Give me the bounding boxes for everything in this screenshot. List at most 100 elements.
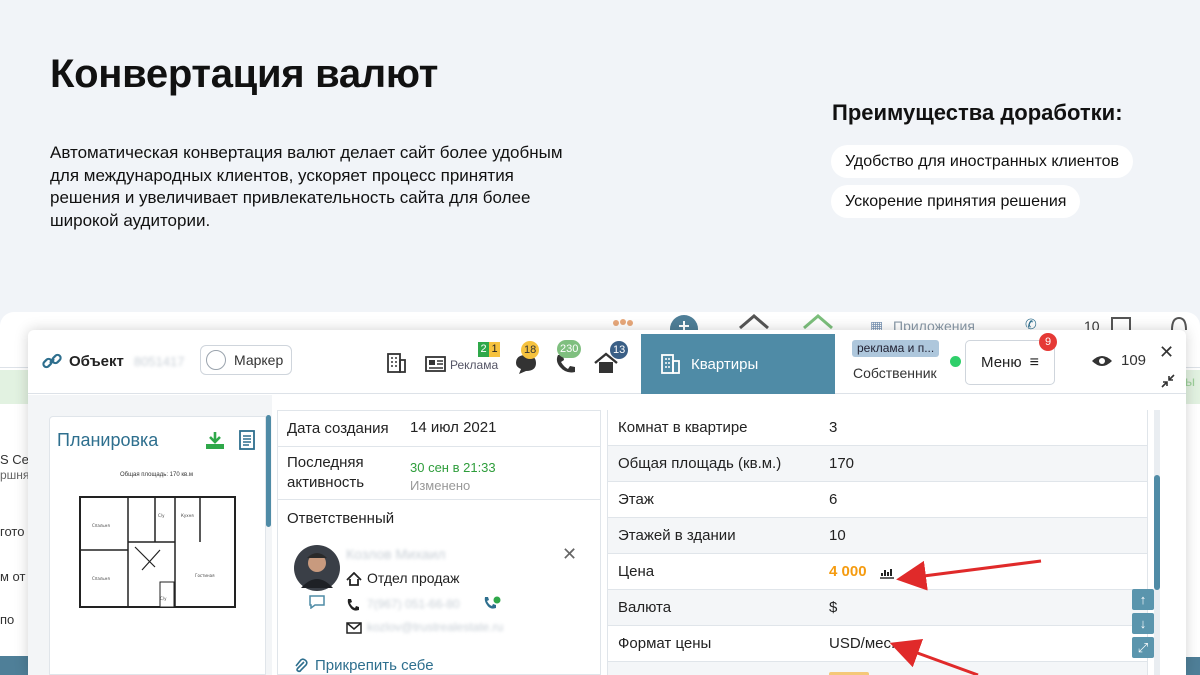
views-count: 109 xyxy=(1121,352,1147,369)
properties-table: Комнат в квартире 3 Общая площадь (кв.м.… xyxy=(607,410,1148,675)
phone-icon xyxy=(347,599,359,611)
email-address: kozlov@trustrealestate.ru xyxy=(367,620,504,634)
owner-label: Собственник xyxy=(853,365,937,381)
window-icon xyxy=(1111,317,1131,330)
floor-plan-drawing: Спальня Спальня С/у Кухня Гостиная С/у xyxy=(79,496,236,608)
background-left-text: S Ce xyxy=(0,452,28,467)
price-row: Цена 4 000 xyxy=(608,554,1147,590)
tab-apartments[interactable]: Квартиры xyxy=(641,334,835,394)
property-row: Этажей в здании 10 xyxy=(608,518,1147,554)
activity-label: Последняя активность xyxy=(287,454,365,491)
property-label: Валюта xyxy=(618,599,672,616)
plan-column: Планировка Общая площадь: 170 кв.м Спаль… xyxy=(28,395,266,675)
background-left-text: ршня xyxy=(0,468,28,482)
responsible-name: Козлов Михаил xyxy=(346,546,446,562)
property-value: 6 xyxy=(829,491,838,508)
background-left-bar xyxy=(0,656,28,675)
modal-header: Объект 8051417 Маркер Реклама 2 1 18 230… xyxy=(28,330,1186,394)
plan-card: Планировка Общая площадь: 170 кв.м Спаль… xyxy=(49,416,266,675)
created-label: Дата создания xyxy=(287,420,389,437)
plus-circle-icon xyxy=(670,315,698,330)
object-modal: Объект 8051417 Маркер Реклама 2 1 18 230… xyxy=(28,330,1186,675)
svg-text:Спальня: Спальня xyxy=(92,576,110,581)
reklama-tag[interactable]: реклама и п... xyxy=(852,340,940,357)
eye-icon xyxy=(1092,355,1112,366)
bell-icon xyxy=(1171,316,1187,330)
price-chart-icon[interactable] xyxy=(879,567,895,579)
document-icon[interactable] xyxy=(238,429,256,451)
tab-apartments-label: Квартиры xyxy=(691,355,759,373)
created-value: 14 июл 2021 xyxy=(410,419,497,436)
home-icon xyxy=(739,314,769,330)
menu-label: Меню xyxy=(981,354,1022,371)
collapse-icon[interactable] xyxy=(1161,374,1175,388)
marker-toggle[interactable]: Маркер xyxy=(200,345,292,375)
remove-responsible-icon[interactable]: ✕ xyxy=(562,544,577,565)
marker-label: Маркер xyxy=(234,352,284,368)
building-icon[interactable] xyxy=(385,352,407,374)
plan-area-caption: Общая площадь: 170 кв.м xyxy=(120,472,193,478)
property-value: USD/мес. xyxy=(829,635,896,652)
property-label: Общая площадь (кв.м.) xyxy=(618,455,782,472)
reklama-label[interactable]: Реклама xyxy=(450,358,498,372)
advantage-pill: Ускорение принятия решения xyxy=(831,185,1081,218)
property-row: Этаж 6 xyxy=(608,482,1147,518)
property-row-partial xyxy=(608,662,1147,675)
slide-title: Конвертация валют xyxy=(50,52,439,96)
scroll-up-button[interactable]: ↑ xyxy=(1132,589,1154,610)
tasks-badge: 13 xyxy=(610,341,629,359)
object-number: 8051417 xyxy=(133,353,185,369)
menu-badge: 9 xyxy=(1039,333,1057,351)
activity-date: 30 сен в 21:33 xyxy=(410,460,496,475)
plan-title: Планировка xyxy=(57,430,159,450)
property-row: Валюта $ xyxy=(608,590,1147,626)
svg-text:Гостиная: Гостиная xyxy=(195,573,215,578)
responsible-label: Ответственный xyxy=(287,510,395,527)
home-icon xyxy=(346,572,362,586)
avatar[interactable] xyxy=(293,544,341,592)
activity-status: Изменено xyxy=(410,478,471,493)
department-label: Отдел продаж xyxy=(367,570,460,586)
download-icon[interactable] xyxy=(204,431,226,451)
property-row: Общая площадь (кв.м.) 170 xyxy=(608,446,1147,482)
property-label: Комнат в квартире xyxy=(618,419,748,436)
land-icon xyxy=(803,314,833,330)
reklama-badge-green: 2 xyxy=(478,342,489,357)
created-row: Дата создания 14 июл 2021 xyxy=(278,411,600,447)
advantage-pill: Удобство для иностранных клиентов xyxy=(831,145,1134,178)
price-value: 4 000 xyxy=(829,563,867,580)
property-row: Формат цены USD/мес. xyxy=(608,626,1147,662)
scroll-down-button[interactable]: ↓ xyxy=(1132,613,1154,634)
svg-text:С/у: С/у xyxy=(158,513,165,518)
floor-plan-image[interactable]: Общая площадь: 170 кв.м Спальня Спальня … xyxy=(60,472,250,627)
views-counter: 109 xyxy=(1091,352,1146,369)
svg-text:Кухня: Кухня xyxy=(181,513,194,518)
apartments-icon xyxy=(661,354,680,374)
reklama-badge-yellow: 1 xyxy=(489,342,500,357)
property-value: $ xyxy=(829,599,838,616)
email-icon xyxy=(346,622,362,634)
object-title[interactable]: Объект 8051417 xyxy=(41,350,185,372)
property-label: Этаж xyxy=(618,491,654,508)
property-row: Комнат в квартире 3 xyxy=(608,410,1147,446)
newspaper-icon[interactable] xyxy=(425,355,447,373)
link-icon xyxy=(42,353,62,369)
expand-button[interactable]: ⤢ xyxy=(1132,637,1154,658)
slide-description: Автоматическая конвертация валют делает … xyxy=(50,143,563,230)
attach-to-me-link[interactable]: Прикрепить себе xyxy=(293,657,434,674)
property-label: Этажей в здании xyxy=(618,527,736,544)
close-icon[interactable]: ✕ xyxy=(1159,342,1174,363)
online-status-dot xyxy=(950,356,961,367)
info-column: Дата создания 14 июл 2021 Последняя акти… xyxy=(277,410,601,675)
background-left-text: гото xyxy=(0,524,25,539)
background-right-bar xyxy=(1185,657,1200,675)
paperclip-icon xyxy=(295,657,308,672)
responsible-block: Ответственный Козлов Михаил Отдел продаж… xyxy=(278,500,600,675)
whatsapp-call-icon[interactable] xyxy=(483,596,501,612)
plan-scroll-thumb[interactable] xyxy=(266,415,271,527)
message-icon[interactable] xyxy=(309,595,325,609)
property-label: Формат цены xyxy=(618,635,712,652)
properties-scroll-thumb[interactable] xyxy=(1154,475,1160,590)
calls-badge: 230 xyxy=(557,340,582,358)
attach-label: Прикрепить себе xyxy=(315,657,434,674)
